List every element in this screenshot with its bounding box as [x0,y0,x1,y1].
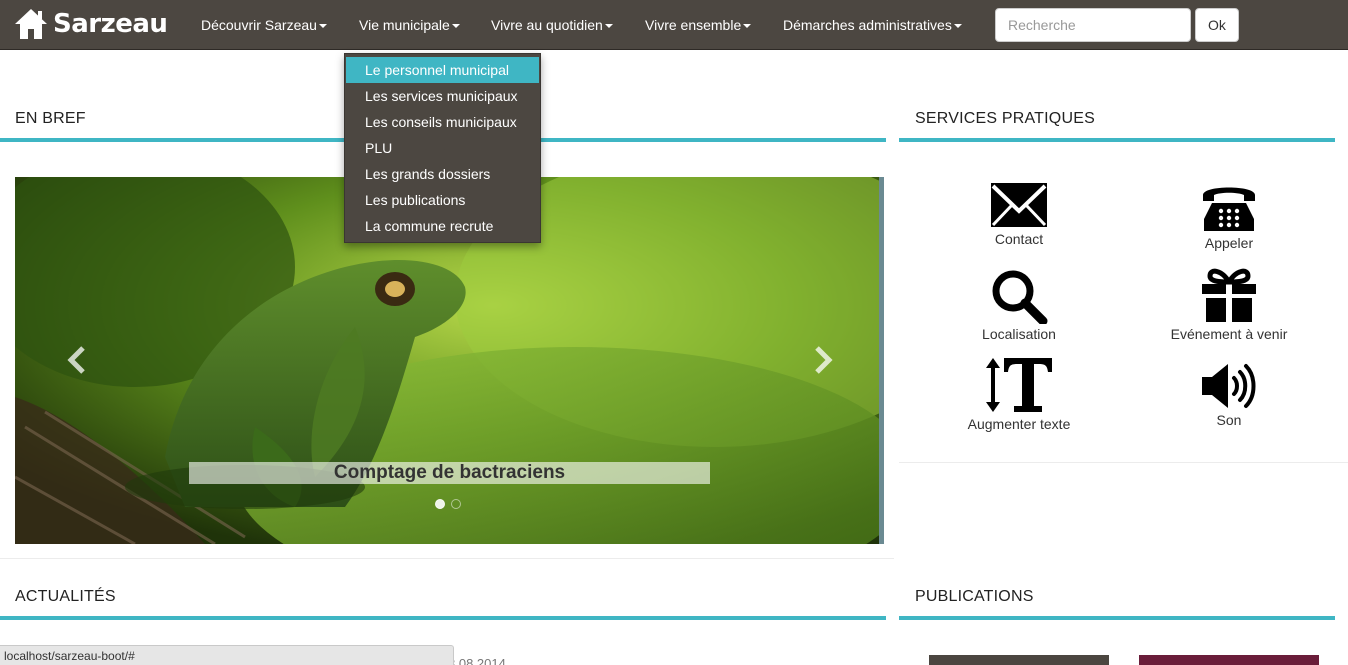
service-label: Son [1216,412,1242,428]
service-label: Evénement à venir [1170,326,1288,342]
service-evenement[interactable]: Evénement à venir [1149,268,1309,342]
caret-down-icon [451,24,460,29]
home-icon [15,9,47,39]
menu-item-personnel-municipal[interactable]: Le personnel municipal [346,57,539,83]
section-title-services-pratiques: SERVICES PRATIQUES [915,110,1095,127]
nav-label: Vivre au quotidien [491,17,603,33]
nav-vie-municipale[interactable]: Vie municipale [359,0,460,50]
browser-status-bar: localhost/sarzeau-boot/# [0,645,454,665]
carousel-dot-active[interactable] [435,499,445,509]
nav-vivre-au-quotidien[interactable]: Vivre au quotidien [491,0,613,50]
service-label: Appeler [1204,235,1254,251]
service-label: Localisation [982,326,1056,342]
phone-icon [1203,187,1255,231]
menu-item-grands-dossiers[interactable]: Les grands dossiers [345,161,540,187]
caret-down-icon [743,24,752,29]
caret-down-icon [604,24,613,29]
nav-label: Vivre ensemble [645,17,742,33]
caret-down-icon [318,24,327,29]
menu-item-commune-recrute[interactable]: La commune recrute [345,213,540,239]
carousel-indicators [435,499,461,509]
nav-label: Démarches administratives [783,17,952,33]
text-size-icon [986,358,1052,412]
menu-item-plu[interactable]: PLU [345,135,540,161]
vie-municipale-dropdown: Le personnel municipal Les services muni… [344,53,541,243]
section-divider [0,616,886,620]
search-icon [992,270,1048,324]
top-navbar: Sarzeau Découvrir Sarzeau Vie municipale… [0,0,1348,50]
envelope-icon [991,183,1047,227]
panel-divider [0,558,894,559]
search-button[interactable]: Ok [1195,8,1239,42]
page: Sarzeau Découvrir Sarzeau Vie municipale… [0,0,1348,665]
publication-thumbnail[interactable] [1139,655,1319,665]
carousel-dot[interactable] [451,499,461,509]
volume-icon [1202,364,1256,408]
service-son[interactable]: Son [1149,362,1309,428]
section-title-publications: PUBLICATIONS [915,588,1034,605]
gift-icon [1202,268,1256,322]
section-divider [899,616,1335,620]
service-localisation[interactable]: Localisation [939,268,1099,342]
brand-link[interactable]: Sarzeau [14,4,168,44]
publication-thumbnail[interactable] [929,655,1109,665]
service-contact[interactable]: Contact [939,181,1099,247]
news-date: 3.08.2014 [448,656,506,665]
menu-item-services-municipaux[interactable]: Les services municipaux [345,83,540,109]
brand-name: Sarzeau [53,9,168,39]
nav-label: Découvrir Sarzeau [201,17,317,33]
service-augmenter-texte[interactable]: Augmenter texte [939,356,1099,432]
nav-vivre-ensemble[interactable]: Vivre ensemble [645,0,752,50]
service-appeler[interactable]: Appeler [1149,181,1309,251]
nav-decouvrir-sarzeau[interactable]: Découvrir Sarzeau [201,0,327,50]
carousel-next-icon[interactable] [807,342,837,378]
panel-divider [899,462,1348,463]
search-input[interactable] [995,8,1191,42]
nav-label: Vie municipale [359,17,450,33]
menu-item-publications[interactable]: Les publications [345,187,540,213]
section-title-actualites: ACTUALITÉS [15,588,116,605]
menu-item-conseils-municipaux[interactable]: Les conseils municipaux [345,109,540,135]
section-divider [899,138,1335,142]
section-title-en-bref: EN BREF [15,110,86,127]
carousel-prev-icon[interactable] [63,342,93,378]
caret-down-icon [953,24,962,29]
carousel-caption: Comptage de bactraciens [189,462,710,484]
service-label: Augmenter texte [967,416,1071,432]
service-label: Contact [994,231,1044,247]
nav-demarches-administratives[interactable]: Démarches administratives [783,0,962,50]
